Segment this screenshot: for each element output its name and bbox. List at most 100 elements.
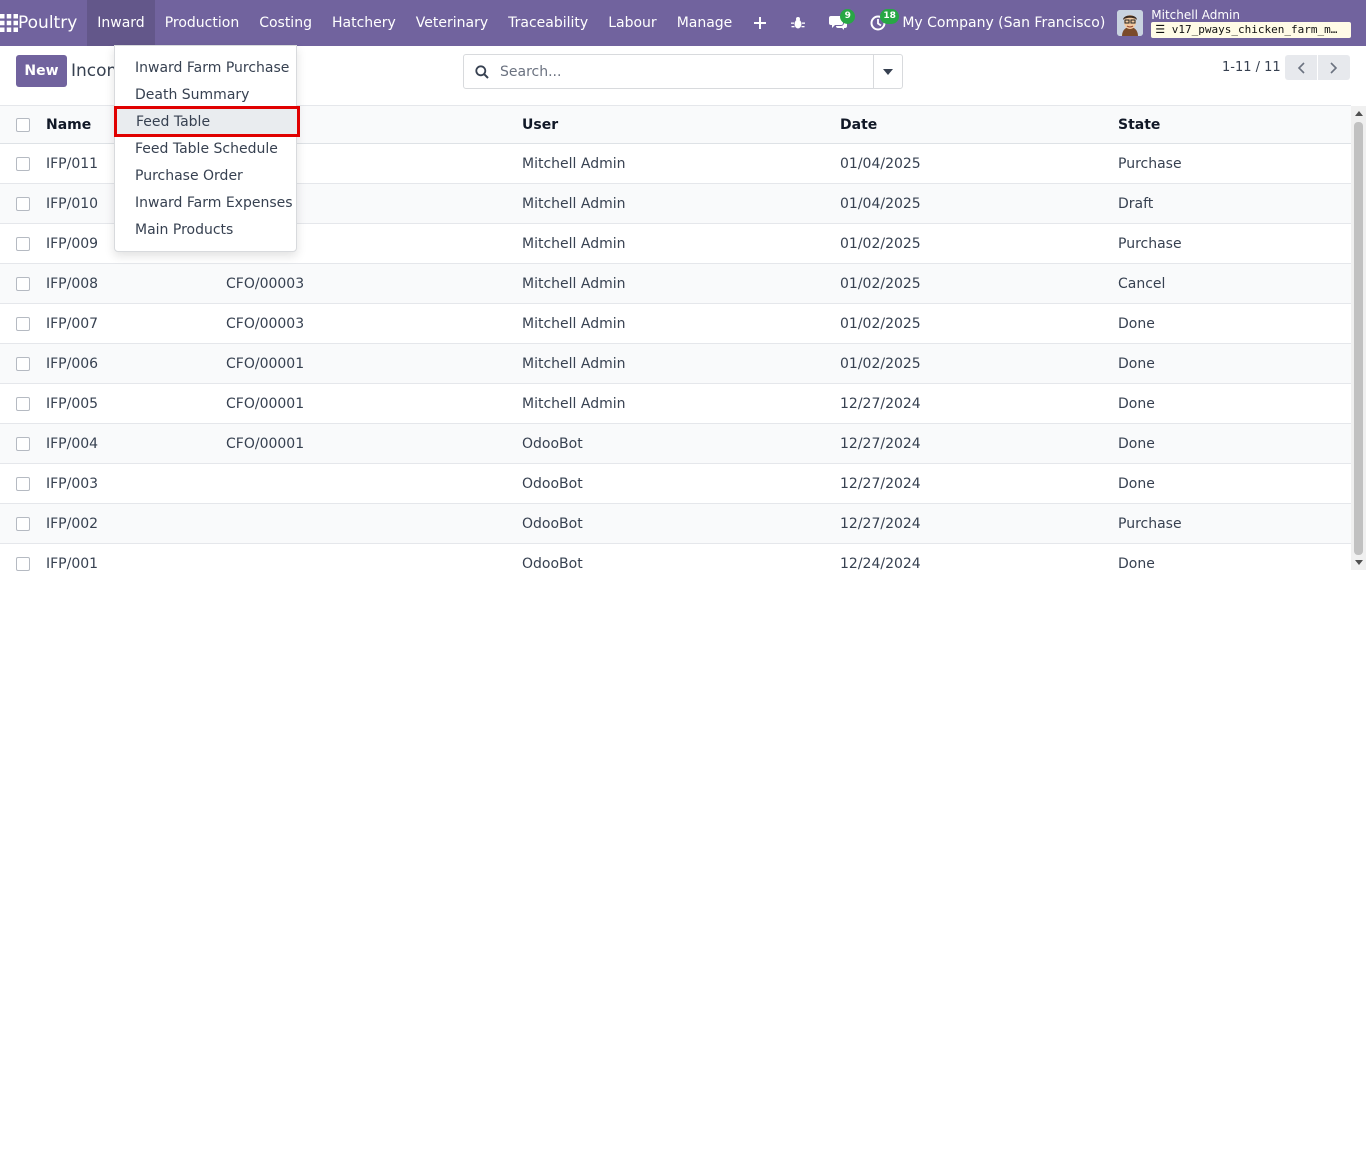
menu-item-purchase-order[interactable]: Purchase Order <box>115 162 296 189</box>
cell-state: Done <box>1118 556 1155 572</box>
cell-user: Mitchell Admin <box>522 195 626 212</box>
menu-labour[interactable]: Labour <box>598 0 666 46</box>
pager-value[interactable]: 1-11 / 11 <box>1222 60 1281 75</box>
menu-inward[interactable]: Inward <box>87 0 155 46</box>
menu-manage[interactable]: Manage <box>667 0 743 46</box>
cell-date: 12/27/2024 <box>840 475 921 492</box>
table-row[interactable]: IFP/001 OdooBot 12/24/2024 Done <box>0 544 1351 584</box>
row-checkbox[interactable] <box>16 156 30 171</box>
scroll-up-arrow-icon[interactable] <box>1351 106 1366 121</box>
cell-user: Mitchell Admin <box>522 355 626 372</box>
search-icon <box>464 64 500 79</box>
table-row[interactable]: IFP/002 OdooBot 12/27/2024 Purchase <box>0 504 1351 544</box>
row-checkbox[interactable] <box>16 516 30 531</box>
messages-chat-icon[interactable]: 9 <box>818 0 858 46</box>
cell-user: Mitchell Admin <box>522 235 626 252</box>
cell-date: 12/27/2024 <box>840 515 921 532</box>
cell-state: Done <box>1118 315 1155 332</box>
top-navbar: Poultry Inward Production Costing Hatche… <box>0 0 1366 46</box>
chevron-left-icon <box>1297 61 1305 74</box>
apps-menu-icon[interactable] <box>0 0 18 46</box>
activity-clock-icon[interactable]: 18 <box>858 0 899 46</box>
company-switcher[interactable]: My Company (San Francisco) <box>902 15 1105 31</box>
row-checkbox[interactable] <box>16 316 30 331</box>
menu-traceability[interactable]: Traceability <box>498 0 598 46</box>
search-options-caret-icon[interactable] <box>873 55 902 88</box>
column-header-state[interactable]: State <box>1118 117 1160 133</box>
table-row[interactable]: IFP/008 CFO/00003 Mitchell Admin 01/02/2025… <box>0 264 1351 304</box>
cell-date: 01/02/2025 <box>840 275 921 292</box>
table-row[interactable]: IFP/003 OdooBot 12/27/2024 Done <box>0 464 1351 504</box>
cell-date: 01/02/2025 <box>840 355 921 372</box>
cell-reference: CFO/00001 <box>226 355 305 372</box>
cell-name: IFP/009 <box>46 235 99 252</box>
menu-costing[interactable]: Costing <box>249 0 322 46</box>
cell-reference: CFO/00003 <box>226 315 305 332</box>
cell-user: Mitchell Admin <box>522 395 626 412</box>
cell-state: Done <box>1118 395 1155 412</box>
inward-dropdown-menu: Inward Farm Purchase Death Summary Feed … <box>114 45 300 252</box>
debug-bug-icon[interactable] <box>778 0 818 46</box>
user-avatar-icon[interactable] <box>1117 10 1144 36</box>
row-checkbox[interactable] <box>16 196 30 211</box>
systray: 9 18 My Company (San Francisco) Mitchell… <box>778 0 1366 46</box>
cell-user: OdooBot <box>522 435 583 452</box>
menu-hatchery[interactable]: Hatchery <box>322 0 406 46</box>
scroll-down-arrow-icon[interactable] <box>1351 555 1366 570</box>
menu-item-death-summary[interactable]: Death Summary <box>115 81 296 108</box>
cell-name: IFP/005 <box>46 395 99 412</box>
pager-next-button[interactable] <box>1318 55 1350 80</box>
cell-name: IFP/008 <box>46 275 99 292</box>
menu-item-inward-farm-expenses[interactable]: Inward Farm Expenses <box>115 189 296 216</box>
cell-user: OdooBot <box>522 556 583 572</box>
row-checkbox[interactable] <box>16 436 30 451</box>
main-menu: Inward Production Costing Hatchery Veter… <box>87 0 778 46</box>
user-menu[interactable]: Mitchell Admin ☰ v17_pways_chicken_farm_… <box>1151 8 1352 38</box>
search-input[interactable] <box>500 63 873 80</box>
cell-name: IFP/004 <box>46 435 99 452</box>
cell-state: Done <box>1118 355 1155 372</box>
menu-veterinary[interactable]: Veterinary <box>406 0 498 46</box>
database-icon: ☰ <box>1155 23 1172 36</box>
cell-date: 01/04/2025 <box>840 155 921 172</box>
menu-item-main-products[interactable]: Main Products <box>115 216 296 243</box>
row-checkbox[interactable] <box>16 396 30 411</box>
table-row[interactable]: IFP/004 CFO/00001 OdooBot 12/27/2024 Done <box>0 424 1351 464</box>
menu-production[interactable]: Production <box>155 0 249 46</box>
cell-user: Mitchell Admin <box>522 315 626 332</box>
scrollbar-thumb[interactable] <box>1354 122 1363 555</box>
cell-state: Purchase <box>1118 515 1182 532</box>
app-brand[interactable]: Poultry <box>18 13 77 33</box>
cell-name: IFP/011 <box>46 155 99 172</box>
cell-name: IFP/003 <box>46 475 99 492</box>
select-all-checkbox[interactable] <box>16 117 30 132</box>
cell-name: IFP/007 <box>46 315 99 332</box>
column-header-user[interactable]: User <box>522 117 558 133</box>
column-header-date[interactable]: Date <box>840 117 877 133</box>
row-checkbox[interactable] <box>16 356 30 371</box>
row-checkbox[interactable] <box>16 557 30 571</box>
column-header-name[interactable]: Name <box>46 117 91 133</box>
cell-name: IFP/001 <box>46 556 99 572</box>
table-row[interactable]: IFP/005 CFO/00001 Mitchell Admin 12/27/2024… <box>0 384 1351 424</box>
row-checkbox[interactable] <box>16 236 30 251</box>
cell-name: IFP/006 <box>46 355 99 372</box>
vertical-scrollbar[interactable] <box>1351 106 1366 570</box>
new-button[interactable]: New <box>16 55 67 87</box>
row-checkbox[interactable] <box>16 476 30 491</box>
cell-date: 01/02/2025 <box>840 315 921 332</box>
menu-item-feed-table[interactable]: Feed Table <box>114 106 300 137</box>
database-name: ☰ v17_pways_chicken_farm_m… <box>1151 22 1352 38</box>
cell-state: Draft <box>1118 195 1154 212</box>
menu-item-feed-table-schedule[interactable]: Feed Table Schedule <box>115 135 296 162</box>
table-row[interactable]: IFP/006 CFO/00001 Mitchell Admin 01/02/2025… <box>0 344 1351 384</box>
plus-icon[interactable] <box>742 0 778 46</box>
cell-state: Done <box>1118 475 1155 492</box>
user-name: Mitchell Admin <box>1151 8 1240 22</box>
pager-previous-button[interactable] <box>1285 55 1317 80</box>
row-checkbox[interactable] <box>16 276 30 291</box>
menu-item-inward-farm-purchase[interactable]: Inward Farm Purchase <box>115 54 296 81</box>
cell-user: Mitchell Admin <box>522 155 626 172</box>
cell-state: Done <box>1118 435 1155 452</box>
table-row[interactable]: IFP/007 CFO/00003 Mitchell Admin 01/02/2025… <box>0 304 1351 344</box>
